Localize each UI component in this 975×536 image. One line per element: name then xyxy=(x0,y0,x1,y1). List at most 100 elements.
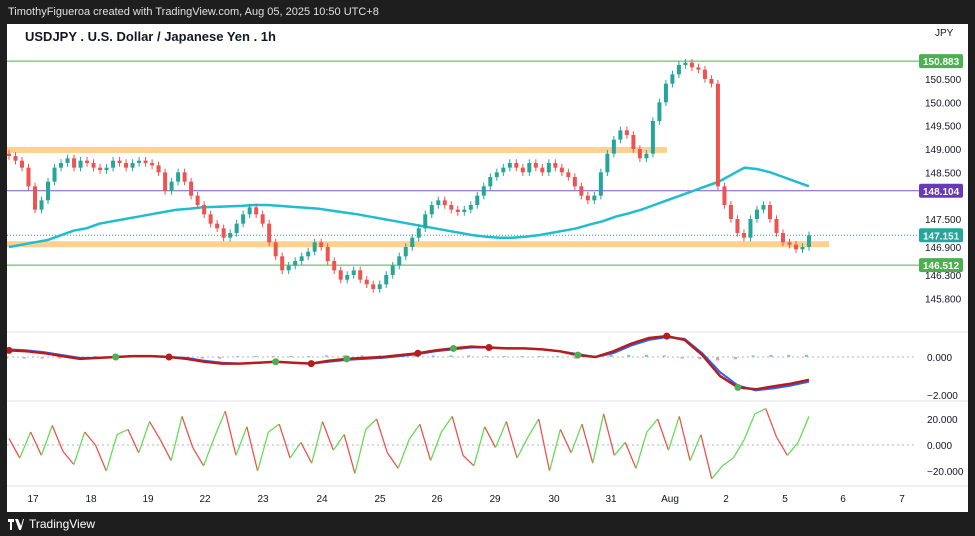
price-tag-label: 148.104 xyxy=(923,187,960,198)
candle xyxy=(267,219,272,247)
candle-body xyxy=(800,247,805,250)
candle-body xyxy=(429,204,434,215)
macd-cross-marker xyxy=(165,353,173,361)
macd-cross-marker xyxy=(485,344,493,351)
candle-body xyxy=(397,256,402,266)
chart-frame[interactable]: 150.500 150.000 149.500 149.000 148.500 147.5… xyxy=(5,24,968,512)
candle-body xyxy=(592,195,597,201)
candle-body xyxy=(807,235,811,247)
chart-title: USDJPY . U.S. Dollar / Japanese Yen . 1h xyxy=(25,29,276,44)
macd-cross-marker xyxy=(343,355,351,363)
candle-body xyxy=(358,270,363,280)
candle-body xyxy=(670,74,675,84)
candle-body xyxy=(247,207,252,215)
price-tag-label: 146.512 xyxy=(923,261,960,272)
time-tick-label: 30 xyxy=(548,494,560,505)
price-tag-label: 147.151 xyxy=(923,231,960,242)
candle-body xyxy=(624,130,629,135)
candle-body xyxy=(91,162,96,168)
candle xyxy=(748,215,753,242)
macd-histogram-bar xyxy=(609,354,613,357)
time-tick-label: 5 xyxy=(782,494,788,505)
candle-body xyxy=(182,172,187,182)
time-tick-label: 7 xyxy=(899,494,905,505)
candle-body xyxy=(787,242,792,245)
candle xyxy=(33,182,38,214)
candle-body xyxy=(566,172,571,177)
candle-body xyxy=(65,158,70,163)
oscillator-tick-label: −20.000 xyxy=(927,467,964,478)
candle-body xyxy=(46,181,51,201)
candle-body xyxy=(793,244,798,250)
macd-tick-label: 0.000 xyxy=(927,353,952,364)
candle xyxy=(605,149,610,177)
candle-body xyxy=(241,214,246,224)
chart-canvas[interactable]: 150.500 150.000 149.500 149.000 148.500 147.5… xyxy=(5,24,968,512)
price-tick-label: 147.500 xyxy=(925,215,962,226)
time-tick-label: 24 xyxy=(316,494,328,505)
candle-body xyxy=(696,67,701,70)
candle-body xyxy=(26,167,31,187)
macd-histogram-bar xyxy=(449,355,453,357)
candle-body xyxy=(176,172,181,182)
candle-body xyxy=(741,232,746,238)
candle-body xyxy=(748,218,753,238)
candle-body xyxy=(702,69,707,79)
time-tick-label: 22 xyxy=(199,494,211,505)
candle xyxy=(46,177,51,205)
price-tag: 148.104 xyxy=(919,183,963,198)
candle-body xyxy=(663,83,668,103)
time-tick-label: 31 xyxy=(605,494,617,505)
price-tag: 150.883 xyxy=(919,54,963,69)
candle-body xyxy=(468,204,473,210)
candle-body xyxy=(20,160,25,168)
price-tick-label: 146.300 xyxy=(925,271,962,282)
candle-body xyxy=(319,242,324,247)
candle-body xyxy=(533,162,538,168)
candle-body xyxy=(163,172,168,191)
candle-body xyxy=(507,162,512,168)
attribution-bar: TimothyFigueroa created with TradingView… xyxy=(0,0,975,24)
macd-cross-marker xyxy=(307,360,315,368)
candle-body xyxy=(728,204,733,219)
candle-body xyxy=(572,176,577,187)
candle-body xyxy=(78,160,83,168)
tradingview-logo[interactable]: TradingView xyxy=(8,517,95,531)
price-tick-label: 149.000 xyxy=(925,145,962,156)
candle-body xyxy=(254,207,259,215)
candle-body xyxy=(754,209,759,219)
time-tick-label: 23 xyxy=(257,494,269,505)
candle xyxy=(598,168,603,200)
candle-body xyxy=(475,195,480,205)
candle-body xyxy=(137,160,142,163)
candle-body xyxy=(436,200,441,205)
candle-body xyxy=(169,181,174,191)
candle-body xyxy=(104,167,109,170)
candle-body xyxy=(481,186,486,196)
time-tick-label: 17 xyxy=(27,494,39,505)
price-tag-label: 150.883 xyxy=(923,57,960,68)
candle-body xyxy=(280,256,285,271)
candle-body xyxy=(117,160,122,163)
candle-body xyxy=(709,78,714,84)
macd-histogram-bar xyxy=(289,356,293,357)
candle-body xyxy=(273,242,278,257)
brand-bar: TradingView xyxy=(0,512,975,536)
candle-body xyxy=(202,204,207,215)
candle-body xyxy=(657,102,662,121)
candle-body xyxy=(371,284,376,290)
candle-body xyxy=(637,148,642,159)
candle xyxy=(657,98,662,125)
candle xyxy=(163,168,168,195)
time-tick-label: 18 xyxy=(85,494,97,505)
price-tag: 147.151 xyxy=(919,228,963,243)
time-tick-label: 26 xyxy=(431,494,443,505)
candle-body xyxy=(13,155,18,161)
price-tick-label: 146.900 xyxy=(925,243,962,254)
price-tick-label: 150.500 xyxy=(925,75,962,86)
candle-body xyxy=(111,160,116,168)
candle-body xyxy=(780,232,785,243)
macd-tick-label: −2.000 xyxy=(927,391,958,402)
candle-body xyxy=(520,167,525,173)
time-tick-label: Aug xyxy=(661,494,679,505)
